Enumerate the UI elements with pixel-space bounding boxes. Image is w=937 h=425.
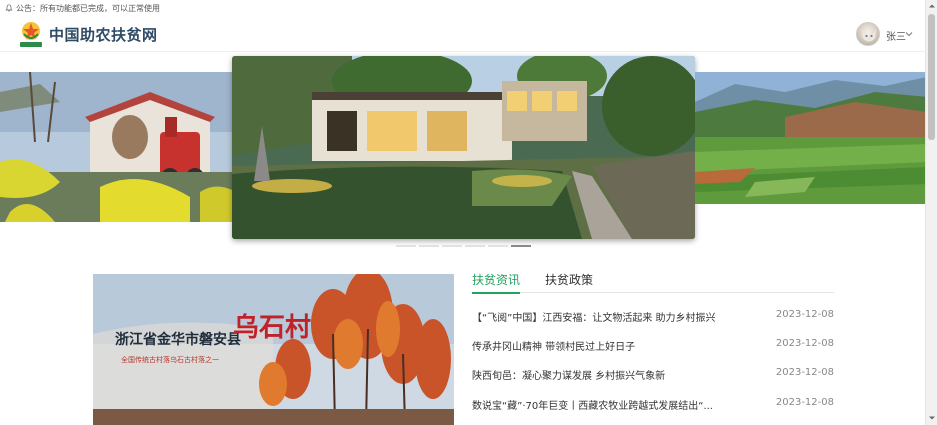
carousel-dot[interactable] [488,245,508,247]
news-title[interactable]: 传承井冈山精神 带领村民过上好日子 [472,338,757,353]
feature-subtitle: 全国传统古村落乌石古村落之一 [121,355,219,364]
chevron-down-icon[interactable] [904,29,914,39]
tab-poverty-policy[interactable]: 扶贫政策 [545,271,593,292]
scrollbar-thumb[interactable] [928,14,935,140]
feature-image-art: 浙江省金华市磐安县 乌石村 全国传统古村落乌石古村落之一 [93,274,454,425]
bell-icon [5,4,13,12]
notice-bar: 公告：所有功能都已完成，可以正常使用 [0,0,925,16]
news-title[interactable]: 数说宝“藏”·70年巨变丨西藏农牧业跨越式发展结出“... [472,397,757,412]
scroll-down-arrow-icon[interactable] [928,414,936,422]
feature-title: 浙江省金华市磐安县 [115,331,241,348]
news-date: 2023-12-08 [775,309,834,320]
farmhouse-pond-image [232,56,695,239]
site-title[interactable]: 中国助农扶贫网 [49,24,158,45]
news-tabs: 扶贫资讯 扶贫政策 [472,271,834,294]
carousel-dot[interactable] [419,245,439,247]
banner-carousel[interactable] [0,52,925,252]
feature-title-big: 乌石村 [233,312,311,343]
scroll-up-arrow-icon[interactable] [928,2,936,10]
carousel-slide-village[interactable] [0,72,232,222]
carousel-dot[interactable] [465,245,485,247]
carousel-dot[interactable] [442,245,462,247]
carousel-indicators [396,245,531,247]
news-item[interactable]: 【“飞阅”中国】江西安福：让文物活起来 助力乡村振兴 2023-12-08 [472,309,834,325]
site-header: 中国助农扶贫网 张三 [0,16,925,52]
feature-village-image[interactable]: 浙江省金华市磐安县 乌石村 全国传统古村落乌石古村落之一 [93,274,454,425]
news-title[interactable]: 陕西旬邑：凝心聚力谋发展 乡村振兴气象新 [472,367,757,382]
news-date: 2023-12-08 [775,338,834,349]
news-title[interactable]: 【“飞阅”中国】江西安福：让文物活起来 助力乡村振兴 [472,309,757,324]
news-date: 2023-12-08 [775,367,834,378]
carousel-slide-mountains[interactable] [695,72,925,204]
village-rapeseed-image [0,72,232,222]
notice-text: 公告：所有功能都已完成，可以正常使用 [16,3,160,13]
carousel-slide-farmhouse[interactable] [232,56,695,239]
news-item[interactable]: 数说宝“藏”·70年巨变丨西藏农牧业跨越式发展结出“... 2023-12-08 [472,397,834,413]
carousel-dot[interactable] [396,245,416,247]
avatar-image [862,29,876,42]
carousel-dot-active[interactable] [511,245,531,247]
site-logo[interactable] [18,20,44,48]
tab-poverty-news[interactable]: 扶贫资讯 [472,271,521,294]
mountain-farmland-image [695,72,925,204]
news-item[interactable]: 陕西旬邑：凝心聚力谋发展 乡村振兴气象新 2023-12-08 [472,367,834,383]
avatar[interactable] [856,22,880,46]
page-scrollbar[interactable] [925,0,937,425]
news-date: 2023-12-08 [775,397,834,408]
user-name[interactable]: 张三 [886,28,906,43]
news-item[interactable]: 传承井冈山精神 带领村民过上好日子 2023-12-08 [472,338,834,354]
